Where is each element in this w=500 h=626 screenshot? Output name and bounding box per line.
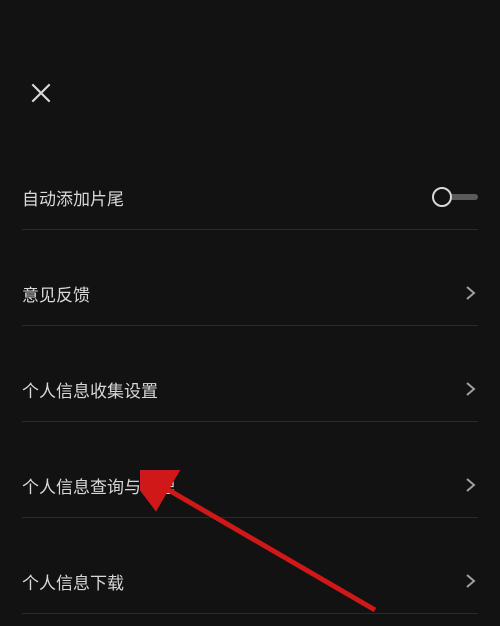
setting-label: 意见反馈 xyxy=(22,281,90,306)
setting-personal-info-collection[interactable]: 个人信息收集设置 xyxy=(0,356,500,422)
chevron-right-icon xyxy=(464,475,478,495)
chevron-right-icon xyxy=(464,283,478,303)
close-icon[interactable] xyxy=(28,80,54,106)
chevron-right-icon xyxy=(464,379,478,399)
setting-label: 个人信息收集设置 xyxy=(22,377,158,402)
setting-personal-info-query-manage[interactable]: 个人信息查询与管理 xyxy=(0,452,500,518)
toggle-thumb xyxy=(432,187,452,207)
chevron-right-icon xyxy=(464,571,478,591)
toggle-switch[interactable] xyxy=(428,187,478,207)
setting-label: 个人信息下载 xyxy=(22,569,124,594)
setting-personal-info-download[interactable]: 个人信息下载 xyxy=(0,548,500,614)
setting-label: 自动添加片尾 xyxy=(22,185,124,210)
setting-label: 个人信息查询与管理 xyxy=(22,473,175,498)
settings-list: 自动添加片尾 意见反馈 个人信息收集设置 个人信息查询与管理 个人 xyxy=(0,164,500,614)
setting-feedback[interactable]: 意见反馈 xyxy=(0,260,500,326)
header xyxy=(0,0,500,106)
setting-auto-add-ending[interactable]: 自动添加片尾 xyxy=(0,164,500,230)
